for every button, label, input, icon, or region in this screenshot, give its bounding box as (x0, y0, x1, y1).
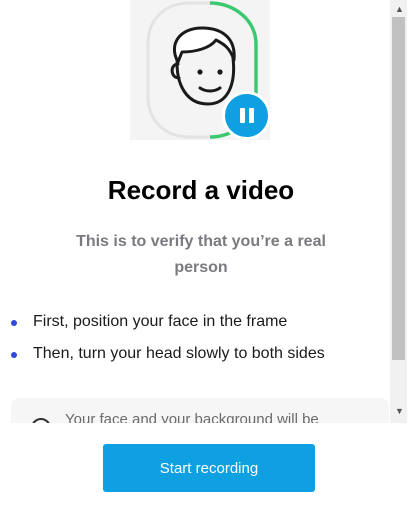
vertical-scrollbar[interactable]: ▲ ▼ (390, 0, 407, 423)
pause-icon-bar (248, 108, 254, 123)
page-title: Record a video (107, 175, 295, 205)
content-viewport: Record a video This is to verify that yo… (0, 0, 390, 423)
footer: Start recording (0, 423, 418, 513)
bullet-icon (11, 320, 17, 326)
start-recording-button[interactable]: Start recording (103, 444, 315, 492)
list-item: Then, turn your head slowly to both side… (10, 344, 325, 376)
instruction-list: First, position your face in the frame T… (10, 312, 325, 376)
notice-text: Your face and your background will be re… (65, 411, 319, 423)
pause-icon (239, 108, 245, 123)
scroll-down-icon[interactable]: ▼ (395, 406, 404, 416)
scroll-up-icon[interactable]: ▲ (395, 4, 404, 14)
bullet-icon (11, 352, 17, 358)
instruction-text: First, position your face in the frame (33, 313, 288, 330)
pause-button[interactable] (222, 91, 271, 140)
recording-notice: Your face and your background will be re… (11, 398, 389, 423)
instruction-text: Then, turn your head slowly to both side… (33, 345, 325, 362)
scrollbar-thumb[interactable] (392, 17, 405, 360)
page-subtitle: This is to verify that you’re a real per… (76, 233, 326, 276)
list-item: First, position your face in the frame (10, 312, 325, 344)
